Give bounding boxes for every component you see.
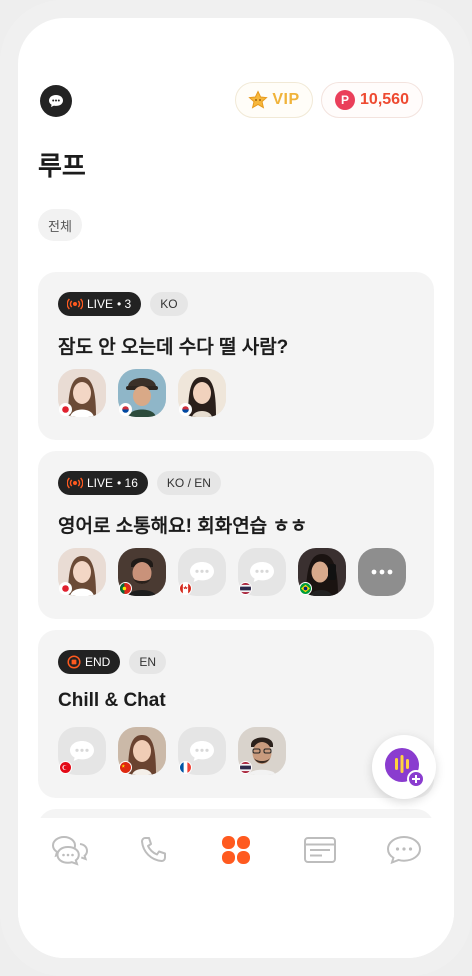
china-flag-icon [119, 761, 132, 774]
vip-label: VIP [272, 91, 300, 108]
room-card[interactable]: LIVE • 3 KO 잠도 안 오는데 수다 떨 사람? [38, 272, 434, 440]
chat-bubble-icon[interactable] [40, 85, 72, 117]
listener-count: • 16 [117, 476, 138, 490]
room-card[interactable]: LIVE • 16 KO / EN 영어로 소통해요! 회화연습 ㅎㅎ [38, 451, 434, 619]
japan-flag-icon [59, 403, 72, 416]
japan-flag-icon [59, 582, 72, 595]
member-avatar[interactable] [58, 369, 106, 417]
bottom-navigation [18, 818, 454, 958]
nav-loop[interactable] [214, 832, 258, 868]
member-avatar[interactable] [298, 548, 346, 596]
status-label: END [85, 655, 111, 669]
nav-call[interactable] [131, 832, 175, 868]
more-members-button[interactable] [358, 548, 406, 596]
vip-button[interactable]: VIP [235, 82, 313, 118]
member-avatar[interactable] [118, 727, 166, 775]
member-avatar-placeholder[interactable] [58, 727, 106, 775]
star-icon [248, 90, 269, 109]
turkey-flag-icon [59, 761, 72, 774]
ended-badge: END [58, 650, 121, 674]
more-dots-icon [371, 569, 393, 575]
coin-icon: P [335, 90, 356, 110]
filter-chip-all[interactable]: 전체 [38, 209, 82, 241]
news-icon [304, 837, 336, 863]
language-badge: KO [150, 292, 188, 316]
device-frame: VIP P 10,560 루프 전체 LIVE • 3 KO 잠도 안 오는데 … [0, 0, 472, 976]
thailand-flag-icon [239, 582, 252, 595]
live-broadcast-icon [67, 298, 83, 310]
nav-messages[interactable] [382, 832, 426, 868]
member-avatar[interactable] [58, 548, 106, 596]
status-label: LIVE [87, 476, 114, 490]
member-avatar[interactable] [118, 369, 166, 417]
language-badge: KO / EN [156, 471, 221, 495]
korea-flag-icon [179, 403, 192, 416]
chat-placeholder-icon [250, 562, 274, 582]
thailand-flag-icon [239, 761, 252, 774]
phone-icon [141, 837, 166, 862]
portugal-flag-icon [119, 582, 132, 595]
page-title: 루프 [38, 151, 86, 181]
live-badge: LIVE • 16 [58, 471, 148, 495]
stop-record-icon [67, 655, 81, 669]
listener-count: • 3 [117, 297, 132, 311]
room-title: 잠도 안 오는데 수다 떨 사람? [58, 337, 289, 358]
create-room-button[interactable] [372, 735, 436, 799]
group-chat-icon [51, 835, 89, 866]
room-title: 영어로 소통해요! 회화연습 ㅎㅎ [58, 516, 308, 537]
france-flag-icon [179, 761, 192, 774]
chat-placeholder-icon [190, 741, 214, 761]
member-avatar[interactable] [118, 548, 166, 596]
nav-news[interactable] [298, 832, 342, 868]
coin-balance-button[interactable]: P 10,560 [321, 82, 423, 118]
create-voice-room-icon [385, 748, 425, 788]
messages-icon [386, 835, 422, 865]
member-avatar[interactable] [178, 369, 226, 417]
coin-amount: 10,560 [360, 91, 409, 108]
korea-flag-icon [119, 403, 132, 416]
status-label: LIVE [87, 297, 114, 311]
room-title: Chill & Chat [58, 690, 166, 711]
live-badge: LIVE • 3 [58, 292, 142, 316]
member-avatar[interactable] [238, 727, 286, 775]
chat-placeholder-icon [190, 562, 214, 582]
canada-flag-icon [179, 582, 192, 595]
nav-group-chat[interactable] [48, 832, 92, 868]
brazil-flag-icon [299, 582, 312, 595]
language-badge: EN [129, 650, 167, 674]
app-screen: VIP P 10,560 루프 전체 LIVE • 3 KO 잠도 안 오는데 … [18, 18, 454, 958]
live-broadcast-icon [67, 477, 83, 489]
member-avatar-placeholder[interactable] [178, 548, 226, 596]
loop-icon [222, 836, 250, 864]
member-avatar-placeholder[interactable] [238, 548, 286, 596]
member-avatar-placeholder[interactable] [178, 727, 226, 775]
chat-placeholder-icon [70, 741, 94, 761]
